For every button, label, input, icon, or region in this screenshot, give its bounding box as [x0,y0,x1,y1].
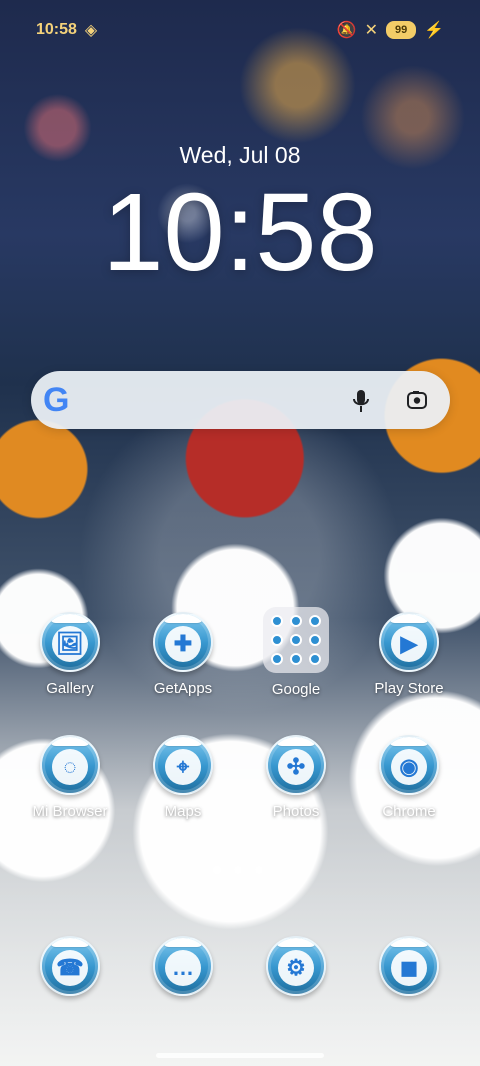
phone-app[interactable]: ☎ [22,936,118,996]
phone-icon[interactable]: ☎ [40,936,100,996]
camera-app[interactable]: ◼ [361,936,457,996]
lens-icon[interactable] [405,388,429,412]
mi-browser-app[interactable]: ◌ Mi Browser [22,735,118,821]
messages-app[interactable]: … [135,936,231,996]
gallery-label: Gallery [46,680,94,697]
map-pin-icon: ⌖ [165,749,201,785]
browser-icon[interactable]: ◌ [40,735,100,795]
folder-app-icon [290,615,302,627]
getapps-icon[interactable]: ✚ [153,612,213,672]
folder-app-icon [290,634,302,646]
page-dot-active[interactable] [213,866,221,874]
google-search-bar[interactable]: G [31,371,450,429]
chrome-icon[interactable]: ◉ [379,735,439,795]
page-indicator[interactable] [213,866,263,874]
play-store-label: Play Store [374,680,444,697]
google-folder[interactable]: Google [248,607,344,699]
play-icon: ▶ [391,626,427,662]
handset-icon: ☎ [52,950,88,986]
camera-glyph-icon: ◼ [391,950,427,986]
bag-icon: ✚ [165,626,201,662]
folder-app-icon [271,615,283,627]
mute-icon: 🔕 [336,22,357,39]
maps-label: Maps [164,803,202,820]
chrome-app[interactable]: ◉ Chrome [361,735,457,821]
status-bar: 10:58 ◈ 🔕 ✕ 99 ⚡ [0,0,480,60]
status-right: 🔕 ✕ 99 ⚡ [337,20,444,40]
chat-bubble-icon: … [165,950,201,986]
home-indicator[interactable] [156,1053,324,1058]
photos-label: Photos [272,803,320,820]
maps-icon[interactable]: ⌖ [153,735,213,795]
gallery-icon[interactable]: 🖼 [40,612,100,672]
google-label: Google [271,681,321,698]
network-icon: ◈ [84,22,98,39]
globe-icon: ◌ [52,749,88,785]
gallery-app[interactable]: 🖼 Gallery [22,612,118,698]
messages-icon[interactable]: … [153,936,213,996]
chrome-label: Chrome [382,803,436,820]
picture-icon: 🖼 [52,626,88,662]
folder-icon[interactable] [263,607,329,673]
date: Wed, Jul 08 [179,142,301,168]
folder-app-icon [309,653,321,665]
settings-icon[interactable]: ⚙ [266,936,326,996]
status-time: 10:58 [36,21,77,38]
pinwheel-icon: ✣ [278,749,314,785]
chrome-logo-icon: ◉ [391,749,427,785]
google-icon: G [43,381,70,419]
mi-browser-label: Mi Browser [32,803,108,820]
no-sim-icon: ✕ [364,22,379,39]
photos-icon[interactable]: ✣ [266,735,326,795]
getapps-app[interactable]: ✚ GetApps [135,612,231,698]
gear-icon: ⚙ [278,950,314,986]
play-store-icon[interactable]: ▶ [379,612,439,672]
clock: 10:58 [102,171,378,294]
mic-icon[interactable] [351,389,371,415]
folder-app-icon [309,615,321,627]
charging-icon: ⚡ [424,22,444,39]
folder-app-icon [271,634,283,646]
folder-app-icon [271,653,283,665]
settings-app[interactable]: ⚙ [248,936,344,996]
camera-icon[interactable]: ◼ [379,936,439,996]
getapps-label: GetApps [153,680,213,697]
maps-app[interactable]: ⌖ Maps [135,735,231,821]
battery-icon: 99 [386,21,417,39]
photos-app[interactable]: ✣ Photos [248,735,344,821]
folder-app-icon [309,634,321,646]
play-store-app[interactable]: ▶ Play Store [361,612,457,698]
page-dot[interactable] [255,866,263,874]
page-dot[interactable] [234,866,242,874]
status-left: 10:58 ◈ [36,20,97,40]
folder-app-icon [290,653,302,665]
